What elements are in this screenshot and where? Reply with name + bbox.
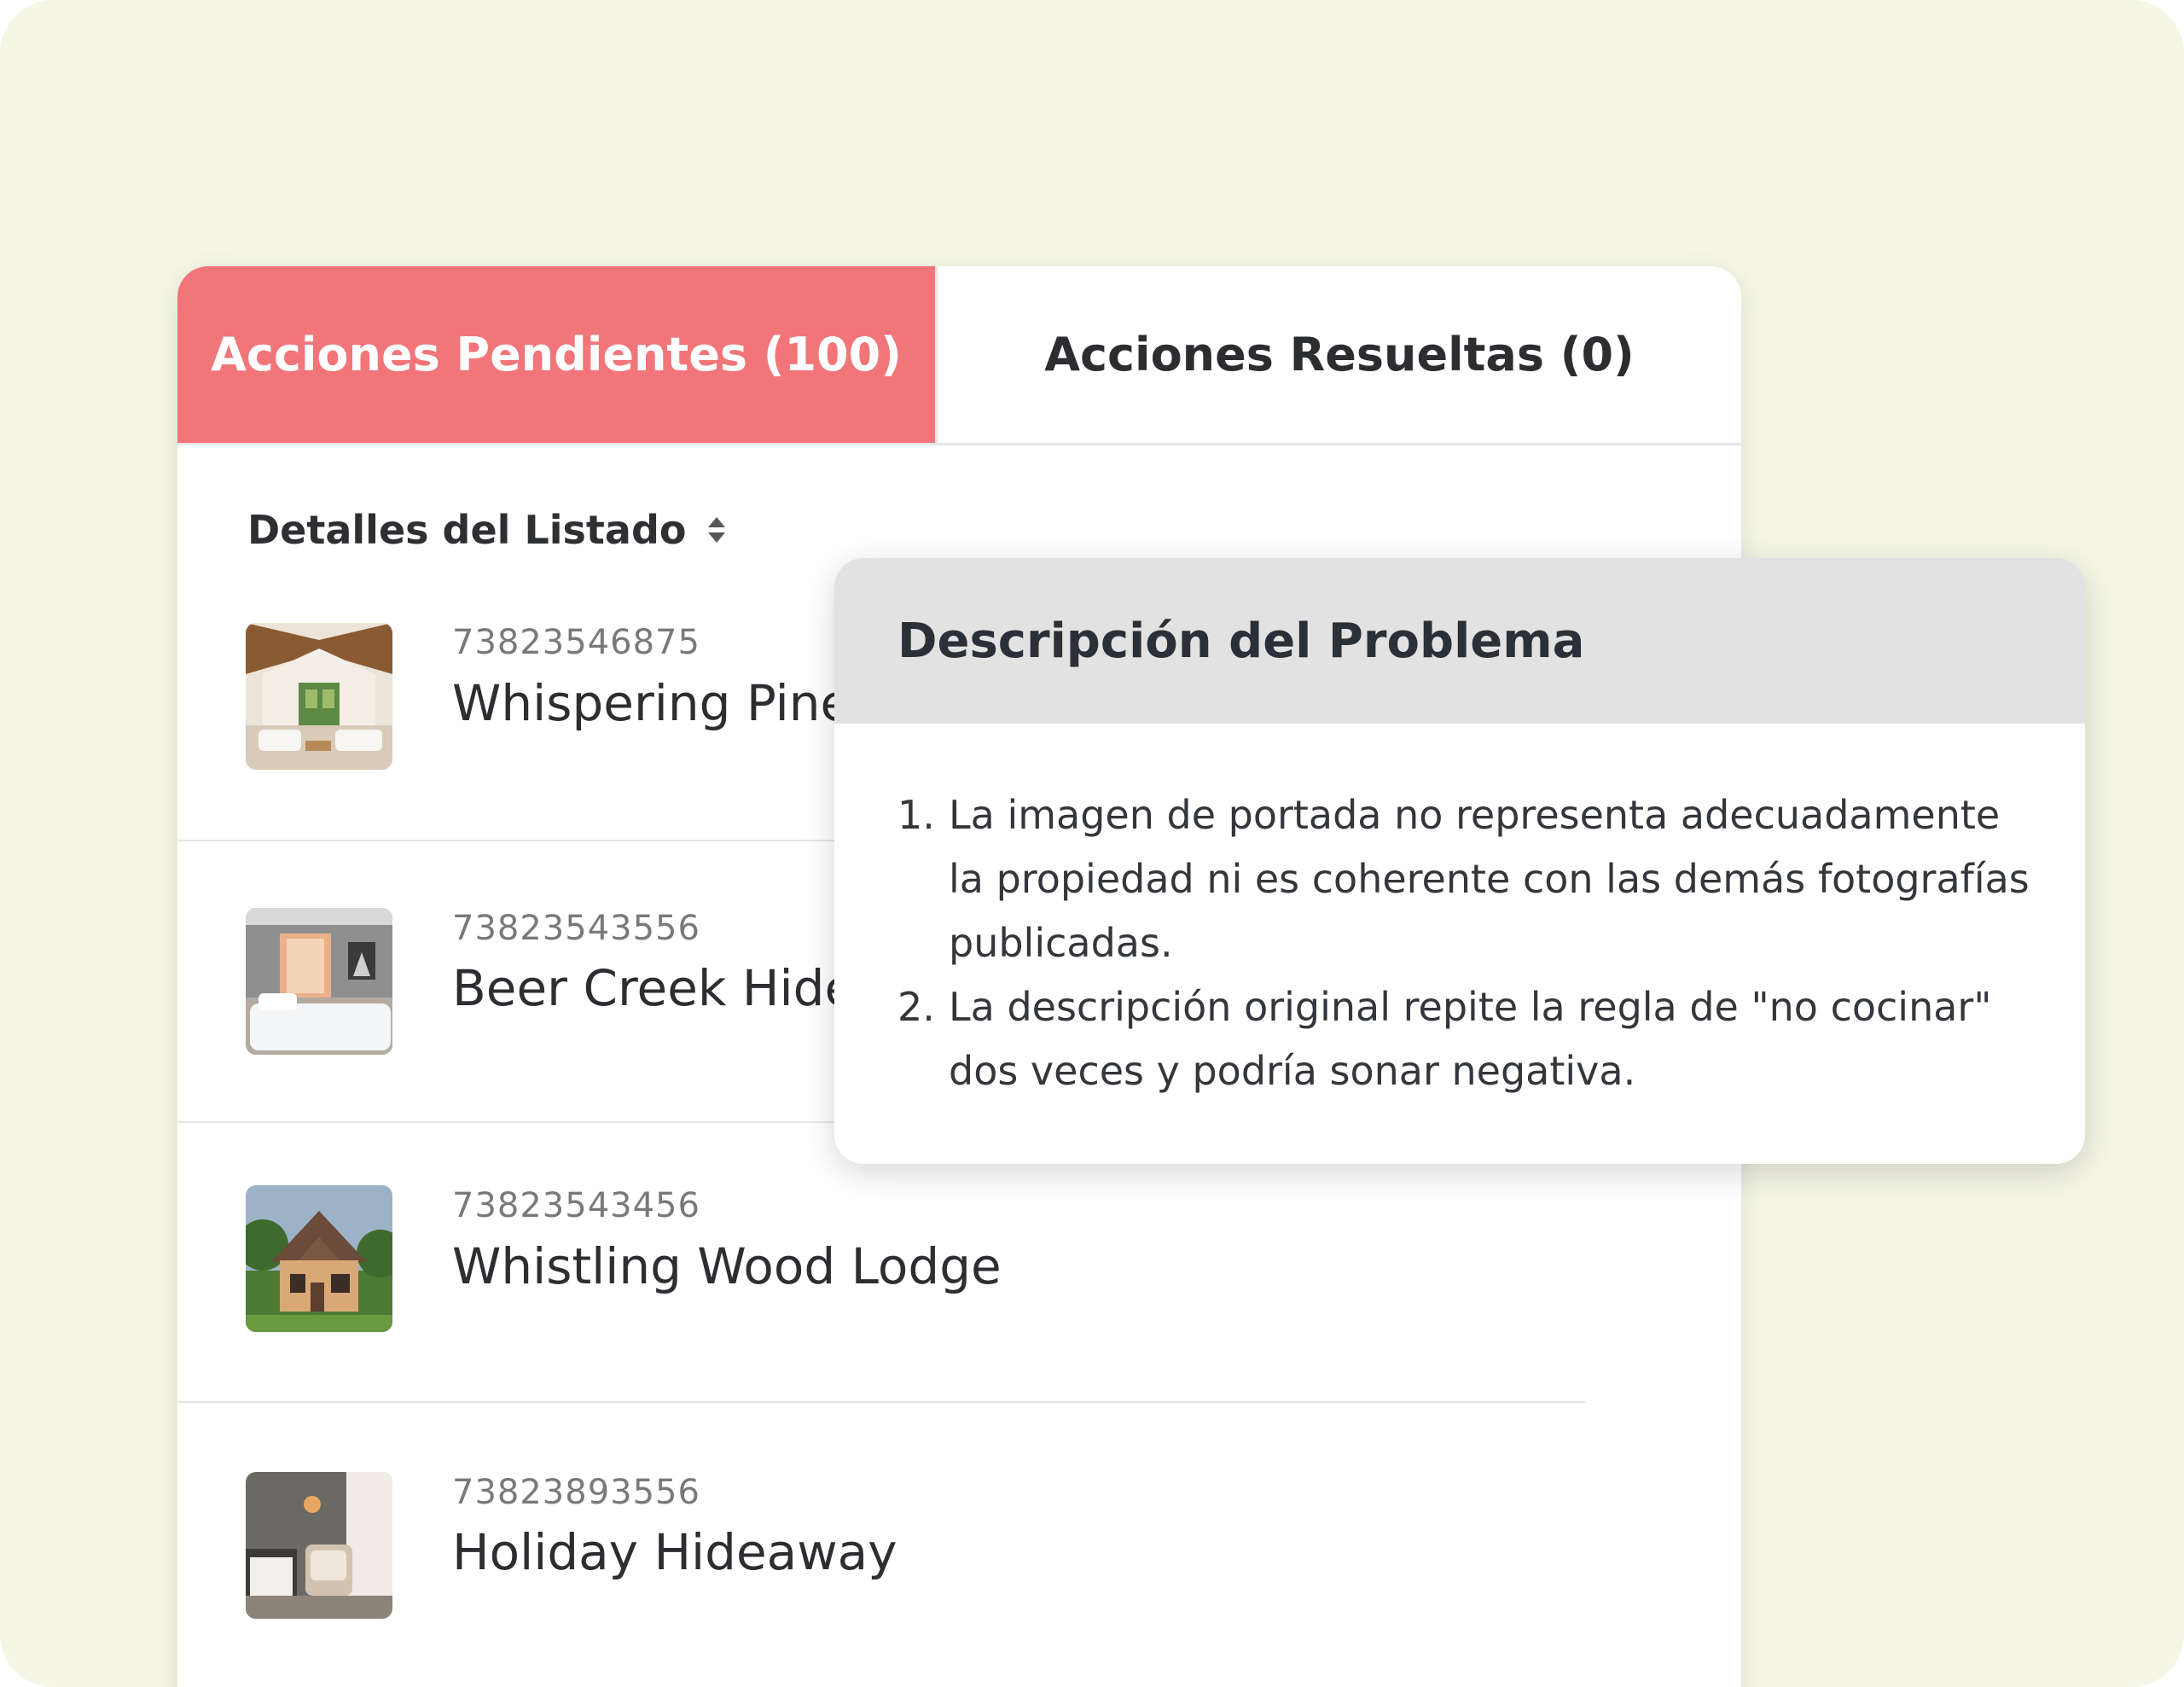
issue-item: 1. La imagen de portada no representa ad…: [897, 783, 2034, 975]
reading-nook-photo: [246, 1472, 392, 1619]
tab-resolved-label: Acciones Resueltas (0): [1044, 328, 1635, 381]
sort-icon: [706, 515, 727, 544]
issue-list: 1. La imagen de portada no representa ad…: [834, 724, 2085, 1103]
listing-id: 73823543456: [452, 1186, 700, 1225]
listing-name[interactable]: Holiday Hideaway: [452, 1523, 897, 1581]
page-background: Acciones Pendientes (100) Acciones Resue…: [0, 0, 2184, 1687]
bedroom-photo: [246, 908, 392, 1055]
listing-details-header: Detalles del Listado: [247, 507, 687, 553]
tab-pending-label: Acciones Pendientes (100): [211, 328, 902, 381]
issue-text: La imagen de portada no representa adecu…: [949, 792, 2030, 966]
issue-number: 1.: [897, 792, 935, 838]
action-tabs: Acciones Pendientes (100) Acciones Resue…: [177, 266, 1741, 445]
row-divider: [177, 1401, 1585, 1403]
listing-id: 73823893556: [452, 1473, 700, 1512]
listing-details-sort-button[interactable]: Detalles del Listado: [247, 507, 727, 553]
cabin-interior-photo: [246, 623, 392, 770]
listing-id: 73823543556: [452, 909, 700, 948]
listing-name[interactable]: Whispering Pines: [452, 674, 876, 732]
issue-item: 2. La descripción original repite la reg…: [897, 975, 2034, 1103]
listing-name[interactable]: Whistling Wood Lodge: [452, 1237, 1002, 1295]
listing-id: 73823546875: [452, 623, 700, 662]
issue-text: La descripción original repite la regla …: [949, 984, 1992, 1094]
tab-pending-actions[interactable]: Acciones Pendientes (100): [177, 266, 935, 443]
tab-resolved-actions[interactable]: Acciones Resueltas (0): [935, 266, 1741, 443]
popover-header: Descripción del Problema: [834, 558, 2085, 724]
problem-description-popover: Descripción del Problema 1. La imagen de…: [834, 558, 2085, 1164]
issue-number: 2.: [897, 984, 935, 1030]
popover-title: Descripción del Problema: [897, 613, 1585, 669]
house-exterior-photo: [246, 1185, 392, 1332]
